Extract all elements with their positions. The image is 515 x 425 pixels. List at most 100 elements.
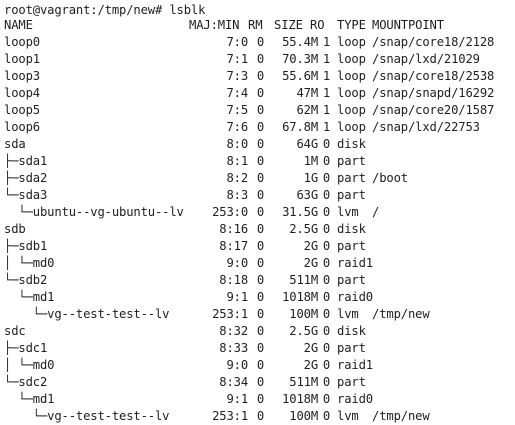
device-size: 67.8M <box>282 120 318 134</box>
device-size: 2.5G <box>289 324 318 338</box>
device-majmin: 9:1 <box>226 392 248 406</box>
column-header-row: NAME MAJ:MIN RM SIZE RO TYPE MOUNTPOINT <box>4 17 514 34</box>
device-name: ├─sda1 <box>4 154 48 168</box>
device-row: └─sdc2 8:34 0 511M 0 part <box>4 374 514 391</box>
device-name: loop1 <box>4 52 40 66</box>
device-rm: 0 <box>256 324 264 338</box>
device-rm: 0 <box>256 154 264 168</box>
device-rm: 0 <box>256 256 264 270</box>
device-type: raid0 <box>337 392 373 406</box>
device-size: 1G <box>303 171 319 185</box>
device-ro: 0 <box>322 375 330 389</box>
device-type: raid1 <box>337 256 373 270</box>
device-name: loop0 <box>4 35 40 49</box>
device-name: └─vg--test-test--lv <box>4 307 170 321</box>
device-name: └─sdc2 <box>4 375 48 389</box>
device-rm: 0 <box>256 171 264 185</box>
device-ro: 1 <box>322 86 330 100</box>
device-size: 1018M <box>282 392 318 406</box>
device-type: raid0 <box>337 290 373 304</box>
device-type: part <box>337 171 366 185</box>
device-type: loop <box>337 52 366 66</box>
device-majmin: 7:4 <box>226 86 248 100</box>
device-ro: 0 <box>322 239 330 253</box>
device-type: lvm <box>337 205 359 219</box>
device-majmin: 8:17 <box>219 239 248 253</box>
device-rm: 0 <box>256 392 264 406</box>
device-rm: 0 <box>256 239 264 253</box>
device-ro: 0 <box>322 222 330 236</box>
device-rm: 0 <box>256 188 264 202</box>
device-ro: 0 <box>322 358 330 372</box>
device-mountpoint: /tmp/new <box>372 307 430 321</box>
device-name: loop4 <box>4 86 40 100</box>
device-name: loop5 <box>4 103 40 117</box>
device-size: 64G <box>296 137 318 151</box>
device-type: disk <box>337 137 366 151</box>
device-name: │ └─md0 <box>4 358 55 372</box>
device-type: part <box>337 341 366 355</box>
device-ro: 0 <box>322 137 330 151</box>
device-size: 2G <box>303 358 319 372</box>
device-row: sdb 8:16 0 2.5G 0 disk <box>4 221 514 238</box>
device-row: ├─sdc1 8:33 0 2G 0 part <box>4 340 514 357</box>
device-size: 47M <box>296 86 318 100</box>
device-type: disk <box>337 222 366 236</box>
device-name: loop6 <box>4 120 40 134</box>
device-majmin: 7:3 <box>226 69 248 83</box>
device-name: └─sdb2 <box>4 273 48 287</box>
device-type: loop <box>337 69 366 83</box>
device-size: 55.4M <box>282 35 318 49</box>
device-mountpoint: /snap/snapd/16292 <box>372 86 495 100</box>
terminal-output[interactable]: root@vagrant:/tmp/new# lsblk NAME MAJ:MI… <box>0 0 515 425</box>
device-ro: 0 <box>322 324 330 338</box>
header-size: SIZE <box>274 18 303 32</box>
device-majmin: 7:1 <box>226 52 248 66</box>
device-majmin: 253:1 <box>212 409 248 423</box>
device-rm: 0 <box>256 103 264 117</box>
device-name: └─md1 <box>4 392 55 406</box>
device-type: raid1 <box>337 358 373 372</box>
device-row: loop5 7:5 0 62M 1 loop/snap/core20/1587 <box>4 102 514 119</box>
device-ro: 0 <box>322 256 330 270</box>
device-ro: 0 <box>322 154 330 168</box>
device-row: └─ubuntu--vg-ubuntu--lv 253:0 0 31.5G 0 lvm / <box>4 204 514 221</box>
device-type: part <box>337 375 366 389</box>
device-type: lvm <box>337 307 359 321</box>
device-rm: 0 <box>256 222 264 236</box>
device-majmin: 8:33 <box>219 341 248 355</box>
device-type: loop <box>337 103 366 117</box>
device-name: └─vg--test-test--lv <box>4 409 170 423</box>
device-majmin: 8:1 <box>226 154 248 168</box>
device-ro: 0 <box>322 409 330 423</box>
device-majmin: 7:0 <box>226 35 248 49</box>
device-type: part <box>337 239 366 253</box>
device-ro: 0 <box>322 341 330 355</box>
device-rm: 0 <box>256 290 264 304</box>
device-majmin: 7:6 <box>226 120 248 134</box>
device-size: 31.5G <box>282 205 318 219</box>
device-majmin: 8:3 <box>226 188 248 202</box>
header-majmin: MAJ:MIN <box>189 18 240 32</box>
device-majmin: 9:1 <box>226 290 248 304</box>
device-row: └─vg--test-test--lv 253:1 0 100M 0 lvm/tmp/ne… <box>4 306 514 323</box>
device-name: sdc <box>4 324 26 338</box>
device-rm: 0 <box>256 86 264 100</box>
device-size: 511M <box>289 273 318 287</box>
device-ro: 1 <box>322 103 330 117</box>
device-row: └─vg--test-test--lv 253:1 0 100M 0 lvm/tmp/ne… <box>4 408 514 425</box>
device-majmin: 9:0 <box>226 256 248 270</box>
device-row: loop0 7:0 0 55.4M 1 loop/snap/core18/2128 <box>4 34 514 51</box>
device-ro: 0 <box>322 188 330 202</box>
device-majmin: 8:34 <box>219 375 248 389</box>
device-type: part <box>337 154 366 168</box>
device-mountpoint: /snap/core20/1587 <box>372 103 495 117</box>
device-size: 2.5G <box>289 222 318 236</box>
device-row: │ └─md0 9:0 0 2G 0 raid1 <box>4 357 514 374</box>
device-name: ├─sdb1 <box>4 239 48 253</box>
device-ro: 1 <box>322 35 330 49</box>
device-size: 2G <box>303 239 319 253</box>
device-ro: 0 <box>322 171 330 185</box>
device-majmin: 8:18 <box>219 273 248 287</box>
device-rm: 0 <box>256 358 264 372</box>
